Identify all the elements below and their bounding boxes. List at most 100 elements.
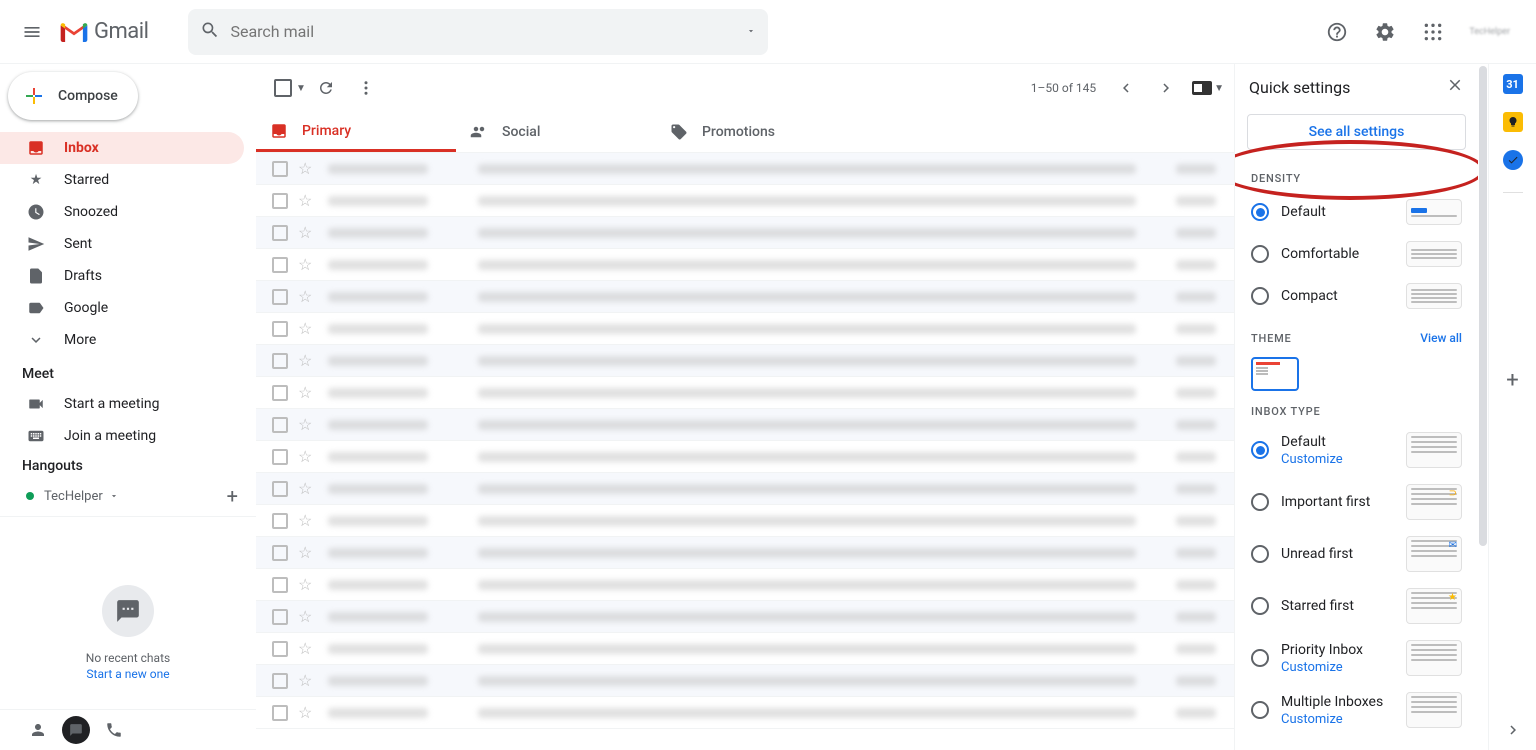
row-checkbox[interactable] [272,577,288,593]
email-row[interactable]: ☆ [256,569,1234,601]
email-row[interactable]: ☆ [256,473,1234,505]
nav-google[interactable]: Google [0,292,244,324]
hangouts-user[interactable]: TecHelper [22,489,119,504]
row-checkbox[interactable] [272,417,288,433]
email-row[interactable]: ☆ [256,217,1234,249]
tab-primary[interactable]: Primary [256,112,456,152]
email-row[interactable]: ☆ [256,153,1234,185]
row-star-icon[interactable]: ☆ [298,159,312,178]
row-checkbox[interactable] [272,673,288,689]
customize-link[interactable]: Customize [1281,660,1363,675]
get-addons-icon[interactable]: + [1503,371,1523,391]
email-row[interactable]: ☆ [256,313,1234,345]
email-row[interactable]: ☆ [256,633,1234,665]
nav-more[interactable]: More [0,324,244,356]
row-star-icon[interactable]: ☆ [298,383,312,402]
gmail-logo[interactable]: Gmail [56,19,178,44]
theme-thumbnail[interactable] [1251,357,1299,391]
nav-starred[interactable]: ★Starred [0,164,244,196]
inbox-type-default[interactable]: Default Customize [1237,424,1476,476]
row-star-icon[interactable]: ☆ [298,639,312,658]
tab-promotions[interactable]: Promotions [656,112,856,152]
meet-join[interactable]: Join a meeting [0,420,244,452]
density-comfortable[interactable]: Comfortable [1237,233,1476,275]
scrollbar[interactable] [1479,66,1487,546]
split-pane-toggle[interactable] [1192,81,1212,95]
nav-snoozed[interactable]: Snoozed [0,196,244,228]
customize-link[interactable]: Customize [1281,452,1343,467]
customize-link[interactable]: Customize [1281,712,1383,727]
email-row[interactable]: ☆ [256,441,1234,473]
refresh-button[interactable] [306,68,346,108]
nav-inbox[interactable]: Inbox [0,132,244,164]
row-star-icon[interactable]: ☆ [298,415,312,434]
row-checkbox[interactable] [272,321,288,337]
row-star-icon[interactable]: ☆ [298,447,312,466]
row-checkbox[interactable] [272,513,288,529]
search-bar[interactable] [188,9,768,55]
row-checkbox[interactable] [272,641,288,657]
prev-page-button[interactable] [1106,68,1146,108]
row-checkbox[interactable] [272,609,288,625]
more-actions-button[interactable] [346,68,386,108]
email-list[interactable]: ☆ ☆ ☆ ☆ ☆ ☆ ☆ ☆ [256,153,1234,750]
nav-sent[interactable]: Sent [0,228,244,260]
email-row[interactable]: ☆ [256,281,1234,313]
email-row[interactable]: ☆ [256,665,1234,697]
email-row[interactable]: ☆ [256,377,1234,409]
row-checkbox[interactable] [272,353,288,369]
inbox-type-starred-first[interactable]: Starred first ★ [1237,580,1476,632]
email-row[interactable]: ☆ [256,601,1234,633]
new-chat-plus-icon[interactable]: + [227,484,238,508]
row-checkbox[interactable] [272,545,288,561]
next-page-button[interactable] [1146,68,1186,108]
email-row[interactable]: ☆ [256,537,1234,569]
tab-social[interactable]: Social [456,112,656,152]
close-quick-settings-icon[interactable] [1446,76,1464,98]
row-star-icon[interactable]: ☆ [298,703,312,722]
inbox-type-priority-inbox[interactable]: Priority Inbox Customize [1237,632,1476,684]
inbox-type-multiple-inboxes[interactable]: Multiple Inboxes Customize [1237,684,1476,736]
collapse-panel-icon[interactable] [1503,720,1523,740]
keep-addon-icon[interactable] [1503,112,1523,132]
email-row[interactable]: ☆ [256,185,1234,217]
split-pane-dropdown-icon[interactable]: ▼ [1214,83,1224,94]
density-compact[interactable]: Compact [1237,275,1476,317]
compose-button[interactable]: Compose [8,72,138,120]
row-checkbox[interactable] [272,449,288,465]
inbox-type-important-first[interactable]: Important first ⊃ [1237,476,1476,528]
row-star-icon[interactable]: ☆ [298,255,312,274]
inbox-type-unread-first[interactable]: Unread first ✉ [1237,528,1476,580]
theme-view-all-link[interactable]: View all [1420,331,1462,345]
row-star-icon[interactable]: ☆ [298,223,312,242]
row-star-icon[interactable]: ☆ [298,287,312,306]
calendar-addon-icon[interactable]: 31 [1503,74,1523,94]
start-new-chat-link[interactable]: Start a new one [86,667,169,681]
email-row[interactable]: ☆ [256,345,1234,377]
row-star-icon[interactable]: ☆ [298,191,312,210]
row-checkbox[interactable] [272,385,288,401]
main-menu-button[interactable] [8,8,56,56]
row-star-icon[interactable]: ☆ [298,479,312,498]
see-all-settings-button[interactable]: See all settings [1247,114,1466,150]
tasks-addon-icon[interactable] [1503,150,1523,170]
settings-gear-icon[interactable] [1365,12,1405,52]
row-star-icon[interactable]: ☆ [298,511,312,530]
row-checkbox[interactable] [272,705,288,721]
email-row[interactable]: ☆ [256,409,1234,441]
row-checkbox[interactable] [272,257,288,273]
footer-person-icon[interactable] [24,716,52,744]
row-star-icon[interactable]: ☆ [298,575,312,594]
support-icon[interactable] [1317,12,1357,52]
row-star-icon[interactable]: ☆ [298,351,312,370]
footer-hangouts-icon[interactable] [62,716,90,744]
search-input[interactable] [220,22,746,41]
account-profile[interactable]: TecHelper [1461,27,1518,37]
apps-grid-icon[interactable] [1413,12,1453,52]
search-icon[interactable] [200,20,220,44]
email-row[interactable]: ☆ [256,697,1234,729]
row-star-icon[interactable]: ☆ [298,671,312,690]
row-checkbox[interactable] [272,481,288,497]
density-default[interactable]: Default [1237,191,1476,233]
email-row[interactable]: ☆ [256,249,1234,281]
